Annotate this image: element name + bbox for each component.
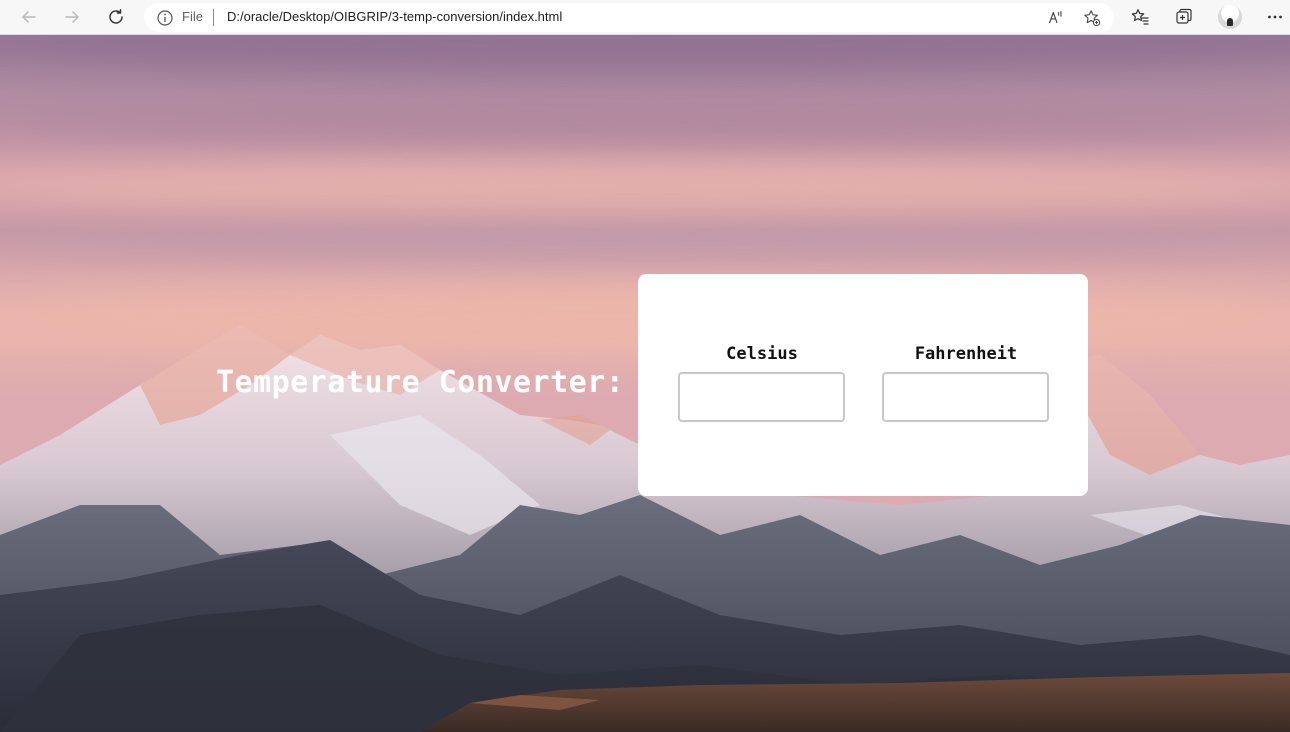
page-viewport: Temperature Converter: Celsius Fahrenhei… [0, 35, 1290, 732]
fahrenheit-field-group: Fahrenheit [882, 344, 1050, 422]
refresh-icon [109, 9, 123, 24]
more-button[interactable] [1262, 4, 1288, 30]
more-icon [1268, 15, 1282, 19]
browser-toolbar: File D:/oracle/Desktop/OIBGRIP/3-temp-co… [0, 0, 1290, 35]
profile-avatar[interactable] [1218, 5, 1242, 29]
back-arrow-icon [22, 11, 36, 23]
favorites-icon [1131, 9, 1149, 25]
add-favorite-icon [1084, 10, 1101, 27]
collections-icon [1176, 8, 1192, 24]
fahrenheit-label: Fahrenheit [914, 344, 1018, 364]
read-aloud-icon [1049, 11, 1062, 24]
refresh-button[interactable] [101, 3, 131, 31]
celsius-input[interactable] [678, 372, 845, 422]
info-icon[interactable] [156, 9, 174, 27]
address-separator [213, 9, 214, 26]
url-text[interactable]: D:/oracle/Desktop/OIBGRIP/3-temp-convers… [227, 9, 562, 24]
forward-button[interactable] [57, 3, 87, 31]
page-title: Temperature Converter: [216, 365, 625, 400]
converter-card: Celsius Fahrenheit [638, 274, 1088, 496]
read-aloud-button[interactable] [1046, 8, 1066, 28]
collections-button[interactable] [1171, 4, 1197, 30]
forward-arrow-icon [65, 11, 79, 23]
add-favorite-button[interactable] [1082, 8, 1102, 28]
favorites-button[interactable] [1127, 4, 1153, 30]
fahrenheit-input[interactable] [882, 372, 1049, 422]
address-bar[interactable]: File D:/oracle/Desktop/OIBGRIP/3-temp-co… [144, 3, 1114, 32]
celsius-label: Celsius [726, 344, 798, 364]
back-button[interactable] [14, 3, 44, 31]
celsius-field-group: Celsius [678, 344, 846, 422]
scheme-label: File [182, 9, 203, 24]
